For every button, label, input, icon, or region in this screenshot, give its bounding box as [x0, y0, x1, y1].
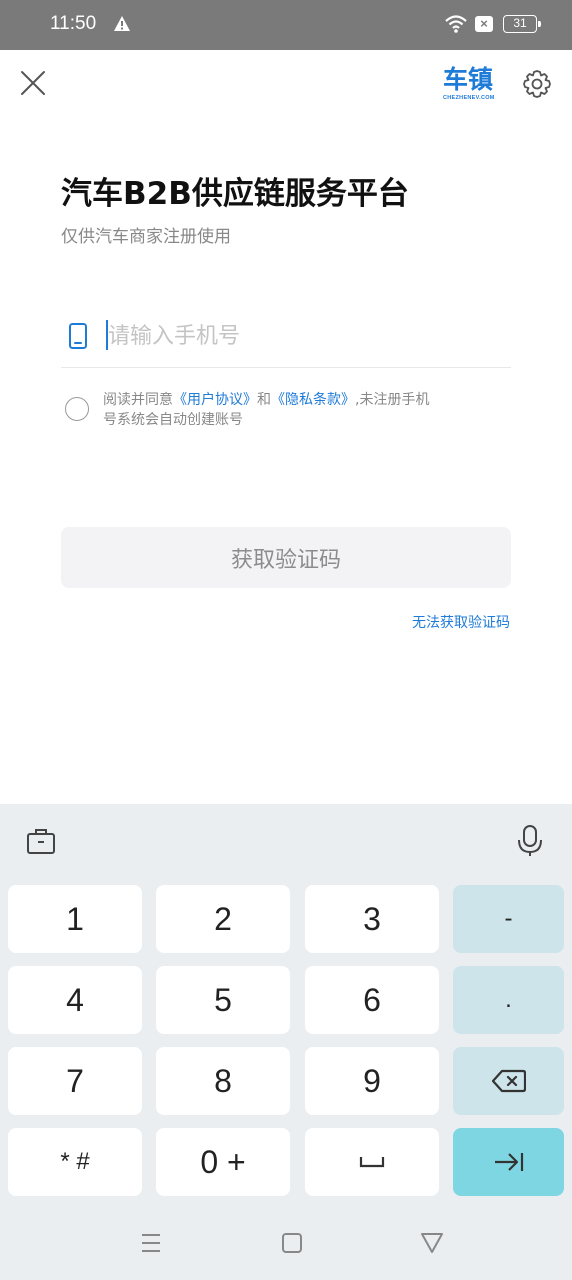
status-time: 11:50: [50, 13, 97, 34]
key-dot-label: .: [505, 986, 512, 1013]
key-1[interactable]: 1: [8, 885, 142, 953]
logo-subtext: CHEZHENEV.COM: [443, 95, 495, 101]
page-subtitle: 仅供汽车商家注册使用: [61, 227, 231, 247]
page-title: 汽车B2B供应链服务平台: [61, 176, 409, 212]
numeric-keyboard: 1 2 3 - 4 5 6 . 7 8 9 * # 0 +: [0, 804, 572, 1280]
gear-icon[interactable]: [521, 68, 553, 100]
agreement-text: 阅读并同意《用户协议》和《隐私条款》,未注册手机号系统会自动创建账号: [103, 390, 433, 430]
key-star-hash-label: * #: [60, 1148, 90, 1175]
logo-text: 车镇: [443, 65, 494, 94]
menu-icon[interactable]: [139, 1230, 163, 1256]
privacy-terms-link[interactable]: 《隐私条款》: [271, 392, 355, 408]
key-5[interactable]: 5: [156, 966, 290, 1034]
key-2[interactable]: 2: [156, 885, 290, 953]
key-minus[interactable]: -: [453, 885, 564, 953]
agreement-checkbox[interactable]: [65, 397, 89, 421]
phone-icon: [67, 323, 89, 349]
wifi-icon: [444, 14, 468, 38]
warning-icon: [113, 15, 131, 36]
key-3[interactable]: 3: [305, 885, 439, 953]
space-icon: [359, 1157, 385, 1168]
user-agreement-link[interactable]: 《用户协议》: [173, 392, 257, 408]
backspace-key[interactable]: [453, 1047, 564, 1115]
logo: 车镇 CHEZHENEV.COM: [443, 66, 501, 106]
phone-input-row: [61, 312, 511, 368]
key-7[interactable]: 7: [8, 1047, 142, 1115]
key-9[interactable]: 9: [305, 1047, 439, 1115]
key-4[interactable]: 4: [8, 966, 142, 1034]
key-star-hash[interactable]: * #: [8, 1128, 142, 1196]
tab-next-icon: [494, 1153, 523, 1171]
toolbox-icon[interactable]: [26, 826, 56, 856]
system-nav-bar: [0, 1216, 572, 1280]
battery-icon: 31: [503, 15, 541, 33]
next-key[interactable]: [453, 1128, 564, 1196]
get-code-button[interactable]: 获取验证码: [61, 527, 511, 588]
space-key[interactable]: [305, 1128, 439, 1196]
microphone-icon[interactable]: [515, 824, 545, 858]
key-8[interactable]: 8: [156, 1047, 290, 1115]
key-minus-label: -: [504, 905, 513, 932]
key-zero-plus[interactable]: 0 +: [156, 1128, 290, 1196]
backspace-icon: [491, 1069, 526, 1093]
agreement-and: 和: [257, 392, 271, 408]
home-icon[interactable]: [280, 1230, 304, 1256]
phone-input[interactable]: [108, 318, 488, 354]
no-code-link[interactable]: 无法获取验证码: [412, 612, 510, 632]
close-icon[interactable]: [18, 68, 48, 98]
key-dot[interactable]: .: [453, 966, 564, 1034]
sim-blocked-icon: ×: [475, 16, 493, 32]
key-6[interactable]: 6: [305, 966, 439, 1034]
status-bar: 11:50 × 31: [0, 0, 572, 50]
back-icon[interactable]: [420, 1230, 444, 1256]
agreement-prefix: 阅读并同意: [103, 392, 173, 408]
